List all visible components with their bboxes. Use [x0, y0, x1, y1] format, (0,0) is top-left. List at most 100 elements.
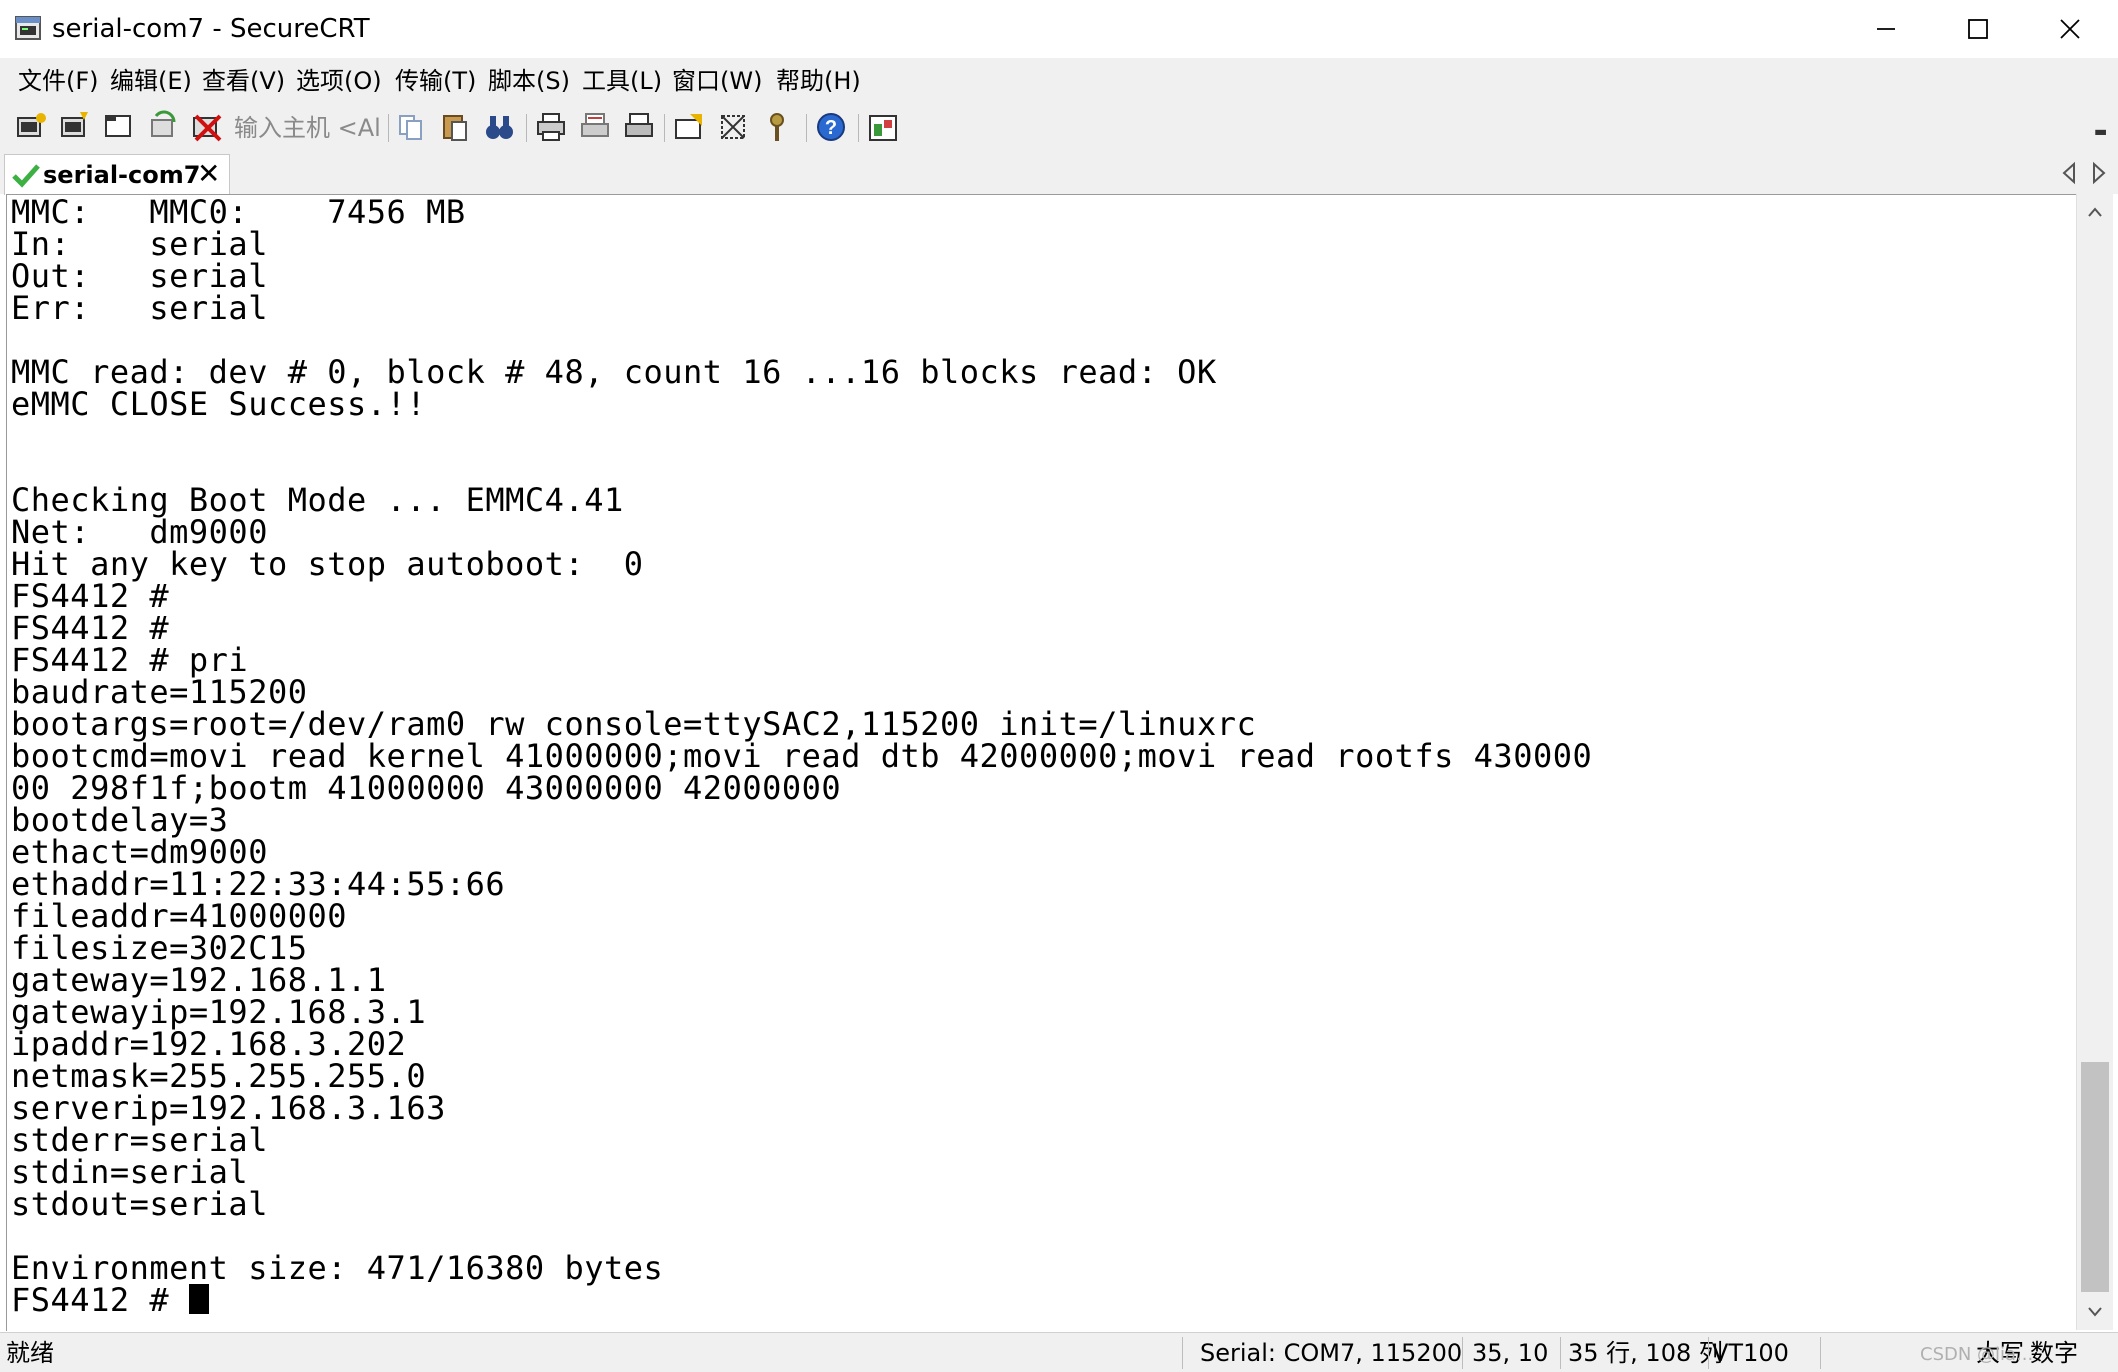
- copy-icon: [399, 115, 422, 140]
- close-button[interactable]: [2024, 0, 2116, 58]
- status-dimensions: 35 行, 108 列: [1568, 1339, 1723, 1367]
- session-options-icon: [675, 114, 702, 139]
- terminal-cursor: [188, 1284, 209, 1314]
- terminal-line: stderr=serial: [11, 1124, 268, 1156]
- menu-file[interactable]: 文件(F): [18, 62, 99, 100]
- terminal-line: gatewayip=192.168.3.1: [11, 996, 426, 1028]
- scroll-down-arrow[interactable]: [2077, 1294, 2113, 1330]
- maximize-icon: [1968, 19, 1988, 39]
- terminal-line: FS4412 #: [11, 612, 169, 644]
- status-cursor-position: 35, 10: [1472, 1339, 1549, 1367]
- terminal-line: Environment size: 471/16380 bytes: [11, 1252, 663, 1284]
- toolbar-separator: [526, 114, 527, 142]
- global-options-button[interactable]: [716, 110, 750, 144]
- print-button[interactable]: [622, 110, 656, 144]
- print-setup-button[interactable]: [534, 110, 568, 144]
- status-bar: 就绪 Serial: COM7, 115200 35, 10 35 行, 108…: [0, 1332, 2118, 1372]
- menu-transfer[interactable]: 传输(T): [395, 62, 476, 100]
- help-icon: ?: [817, 113, 845, 141]
- menu-tools[interactable]: 工具(L): [582, 62, 662, 100]
- connect-icon: [17, 113, 46, 137]
- chevron-up-icon: [2088, 207, 2102, 217]
- printer-icon: [625, 113, 653, 137]
- keymap-button[interactable]: [760, 110, 794, 144]
- securecrt-app-icon[interactable]: [14, 14, 44, 44]
- vertical-scrollbar[interactable]: [2076, 194, 2113, 1330]
- terminal-line: bootcmd=movi read kernel 41000000;movi r…: [11, 740, 1592, 772]
- minimize-button[interactable]: [1840, 0, 1932, 58]
- tab-bar: serial-com7 ✕: [0, 152, 2118, 195]
- connect-in-tab-button[interactable]: [102, 110, 136, 144]
- terminal-line: Out: serial: [11, 260, 268, 292]
- minimize-icon: [1877, 28, 1895, 30]
- status-ready: 就绪: [6, 1339, 54, 1367]
- menu-help[interactable]: 帮助(H): [776, 62, 861, 100]
- title-bar: serial-com7 - SecureCRT: [0, 0, 2118, 58]
- terminal-line: FS4412 #: [11, 1284, 209, 1316]
- paste-button[interactable]: [438, 110, 472, 144]
- copy-button[interactable]: [394, 110, 428, 144]
- scrollbar-thumb[interactable]: [2081, 1062, 2109, 1292]
- terminal-line: serverip=192.168.3.163: [11, 1092, 446, 1124]
- binoculars-icon: [486, 116, 513, 139]
- tab-serial-com7[interactable]: serial-com7 ✕: [4, 154, 230, 195]
- status-divider: [1560, 1337, 1561, 1369]
- terminal-line-text: stdout=serial: [11, 1185, 268, 1223]
- terminal-line-text: Err: serial: [11, 289, 268, 327]
- status-divider: [1182, 1337, 1183, 1369]
- terminal-line: stdin=serial: [11, 1156, 248, 1188]
- terminal-line: ethaddr=11:22:33:44:55:66: [11, 868, 505, 900]
- connect-in-tab-icon: [105, 115, 131, 137]
- menu-window[interactable]: 窗口(W): [672, 62, 762, 100]
- disconnect-icon: [193, 114, 222, 142]
- tab-close-icon[interactable]: ✕: [197, 157, 220, 191]
- terminal-line: Net: dm9000: [11, 516, 268, 548]
- chevron-down-icon: [2088, 1307, 2102, 1317]
- terminal-line: 00 298f1f;bootm 41000000 43000000 420000…: [11, 772, 841, 804]
- connected-check-icon: [12, 164, 40, 188]
- terminal-line: gateway=192.168.1.1: [11, 964, 387, 996]
- menu-edit[interactable]: 编辑(E): [110, 62, 192, 100]
- terminal-line: eMMC CLOSE Success.!!: [11, 388, 426, 420]
- toolbar-separator: [858, 114, 859, 142]
- quick-connect-input[interactable]: 输入主机 <Al: [234, 112, 381, 144]
- toolbar-separator: [388, 114, 389, 142]
- terminal-line: In: serial: [11, 228, 268, 260]
- tab-scroll-right-icon[interactable]: [2088, 160, 2110, 186]
- status-emulation: VT100: [1712, 1339, 1789, 1367]
- menu-script[interactable]: 脚本(S): [488, 62, 570, 100]
- find-button[interactable]: [482, 110, 516, 144]
- help-button[interactable]: ?: [814, 110, 848, 144]
- session-options-button[interactable]: [672, 110, 706, 144]
- status-divider: [1462, 1337, 1463, 1369]
- status-connection: Serial: COM7, 115200: [1200, 1339, 1463, 1367]
- paste-icon: [443, 115, 467, 141]
- terminal-line: bootdelay=3: [11, 804, 228, 836]
- sftp-button[interactable]: [866, 110, 900, 144]
- tab-label: serial-com7: [43, 161, 201, 189]
- terminal-line: bootargs=root=/dev/ram0 rw console=ttySA…: [11, 708, 1256, 740]
- print-selection-button[interactable]: [578, 110, 612, 144]
- terminal-line: MMC read: dev # 0, block # 48, count 16 …: [11, 356, 1217, 388]
- terminal-line: FS4412 # pri: [11, 644, 248, 676]
- sftp-icon: [869, 115, 897, 141]
- status-divider: [1820, 1337, 1821, 1369]
- close-icon: [2060, 19, 2080, 39]
- tab-scroll-left-icon[interactable]: [2058, 160, 2080, 186]
- menu-view[interactable]: 查看(V): [202, 62, 285, 100]
- terminal-line: FS4412 #: [11, 580, 169, 612]
- scroll-up-arrow[interactable]: [2077, 194, 2113, 230]
- terminal-line: ethact=dm9000: [11, 836, 268, 868]
- reconnect-button[interactable]: [146, 110, 180, 144]
- terminal-line-text: FS4412 #: [11, 1281, 189, 1319]
- terminal-line: Hit any key to stop autoboot: 0: [11, 548, 644, 580]
- disconnect-button[interactable]: [190, 110, 224, 144]
- quick-connect-button[interactable]: [58, 110, 92, 144]
- terminal-line: ipaddr=192.168.3.202: [11, 1028, 406, 1060]
- maximize-button[interactable]: [1932, 0, 2024, 58]
- terminal-output[interactable]: MMC: MMC0: 7456 MB In: serial Out: serial E…: [6, 194, 2077, 1331]
- menu-options[interactable]: 选项(O): [296, 62, 382, 100]
- connect-button[interactable]: [14, 110, 48, 144]
- toolbar-overflow-icon[interactable]: ▬: [2094, 124, 2107, 140]
- status-num-lock: 数字: [2030, 1339, 2078, 1367]
